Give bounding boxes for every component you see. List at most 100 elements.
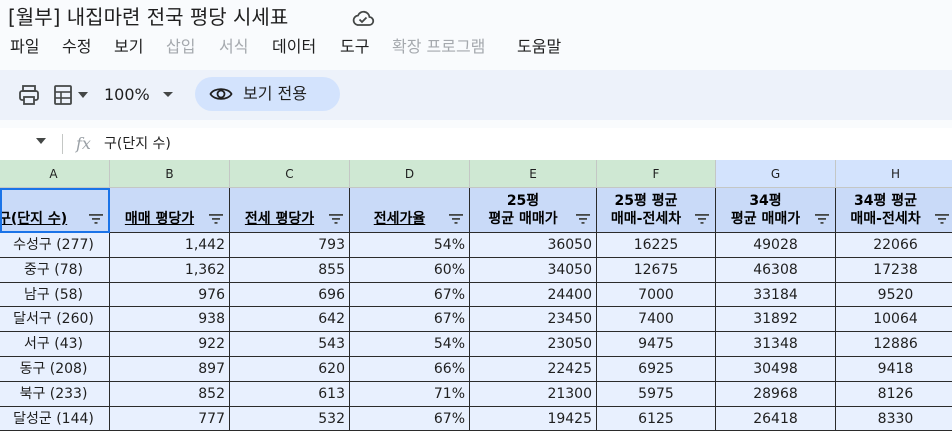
- cell-e7[interactable]: 22425: [470, 357, 597, 382]
- cell-b4[interactable]: 976: [110, 282, 230, 308]
- header-cell-g[interactable]: 34평 평균 매매가: [716, 188, 836, 233]
- name-box-dropdown-icon[interactable]: [36, 138, 46, 144]
- menu-extensions[interactable]: 확장 프로그램: [392, 36, 485, 58]
- column-header-a[interactable]: A: [0, 160, 110, 188]
- menu-format[interactable]: 서식: [219, 36, 248, 58]
- cell-c9[interactable]: 532: [230, 406, 350, 431]
- column-header-b[interactable]: B: [110, 160, 230, 188]
- cell-a2[interactable]: 수성구 (277): [0, 233, 110, 258]
- header-cell-d[interactable]: 전세가율: [350, 188, 470, 233]
- cell-c6[interactable]: 543: [230, 332, 350, 357]
- cell-a7[interactable]: 동구 (208): [0, 357, 110, 382]
- cell-g2[interactable]: 49028: [716, 233, 836, 258]
- cell-a6[interactable]: 서구 (43): [0, 332, 110, 357]
- cell-h8[interactable]: 8126: [836, 381, 952, 407]
- column-header-e[interactable]: E: [470, 160, 597, 188]
- cell-f7[interactable]: 6925: [597, 357, 716, 382]
- cell-d6[interactable]: 54%: [350, 332, 470, 357]
- formula-input[interactable]: 구(단지 수): [104, 133, 171, 155]
- header-cell-f[interactable]: 25평 평균 매매-전세차: [597, 188, 716, 233]
- cell-b3[interactable]: 1,362: [110, 257, 230, 283]
- cell-g9[interactable]: 26418: [716, 406, 836, 431]
- cell-h2[interactable]: 22066: [836, 233, 952, 258]
- cell-e3[interactable]: 34050: [470, 257, 597, 283]
- cell-g3[interactable]: 46308: [716, 257, 836, 283]
- paint-format-icon[interactable]: [52, 84, 74, 106]
- cell-c7[interactable]: 620: [230, 357, 350, 382]
- cell-c8[interactable]: 613: [230, 381, 350, 407]
- print-icon[interactable]: [18, 84, 40, 106]
- cell-d4[interactable]: 67%: [350, 282, 470, 308]
- cell-e6[interactable]: 23050: [470, 332, 597, 357]
- filter-icon[interactable]: [576, 214, 590, 224]
- cell-d5[interactable]: 67%: [350, 307, 470, 333]
- cell-e2[interactable]: 36050: [470, 233, 597, 258]
- filter-icon[interactable]: [449, 214, 463, 224]
- document-title[interactable]: [월부] 내집마련 전국 평당 시세표: [8, 4, 288, 30]
- cell-b5[interactable]: 938: [110, 307, 230, 333]
- cell-f9[interactable]: 6125: [597, 406, 716, 431]
- cell-d7[interactable]: 66%: [350, 357, 470, 382]
- cell-f8[interactable]: 5975: [597, 381, 716, 407]
- cell-c5[interactable]: 642: [230, 307, 350, 333]
- menu-insert[interactable]: 삽입: [166, 36, 195, 58]
- cell-g6[interactable]: 31348: [716, 332, 836, 357]
- cell-f3[interactable]: 12675: [597, 257, 716, 283]
- cell-a5[interactable]: 달서구 (260): [0, 307, 110, 333]
- cell-g8[interactable]: 28968: [716, 381, 836, 407]
- cell-g7[interactable]: 30498: [716, 357, 836, 382]
- cell-h5[interactable]: 10064: [836, 307, 952, 333]
- cell-b9[interactable]: 777: [110, 406, 230, 431]
- cell-c4[interactable]: 696: [230, 282, 350, 308]
- cloud-done-icon[interactable]: [351, 8, 375, 28]
- cell-f6[interactable]: 9475: [597, 332, 716, 357]
- cell-a4[interactable]: 남구 (58): [0, 282, 110, 308]
- menu-tools[interactable]: 도구: [340, 36, 369, 58]
- filter-icon[interactable]: [935, 214, 949, 224]
- menu-view[interactable]: 보기: [114, 36, 143, 58]
- cell-f2[interactable]: 16225: [597, 233, 716, 258]
- filter-icon[interactable]: [209, 214, 223, 224]
- menu-edit[interactable]: 수정: [62, 36, 91, 58]
- cell-f5[interactable]: 7400: [597, 307, 716, 333]
- chevron-down-icon[interactable]: [78, 92, 88, 98]
- column-header-d[interactable]: D: [350, 160, 470, 188]
- cell-e4[interactable]: 24400: [470, 282, 597, 308]
- menu-help[interactable]: 도움말: [517, 36, 561, 58]
- header-cell-c[interactable]: 전세 평당가: [230, 188, 350, 233]
- column-header-c[interactable]: C: [230, 160, 350, 188]
- cell-c2[interactable]: 793: [230, 233, 350, 258]
- cell-e5[interactable]: 23450: [470, 307, 597, 333]
- cell-a9[interactable]: 달성군 (144): [0, 406, 110, 431]
- cell-h4[interactable]: 9520: [836, 282, 952, 308]
- cell-h6[interactable]: 12886: [836, 332, 952, 357]
- cell-d8[interactable]: 71%: [350, 381, 470, 407]
- cell-g5[interactable]: 31892: [716, 307, 836, 333]
- cell-b6[interactable]: 922: [110, 332, 230, 357]
- menu-data[interactable]: 데이터: [272, 36, 316, 58]
- header-cell-b[interactable]: 매매 평당가: [110, 188, 230, 233]
- header-cell-e[interactable]: 25평 평균 매매가: [470, 188, 597, 233]
- header-cell-h[interactable]: 34평 평균 매매-전세차: [836, 188, 952, 233]
- zoom-caret-icon[interactable]: [161, 86, 175, 102]
- view-only-button[interactable]: 보기 전용: [195, 77, 340, 111]
- column-header-f[interactable]: F: [597, 160, 716, 188]
- filter-icon[interactable]: [815, 214, 829, 224]
- cell-b2[interactable]: 1,442: [110, 233, 230, 258]
- cell-b7[interactable]: 897: [110, 357, 230, 382]
- cell-d2[interactable]: 54%: [350, 233, 470, 258]
- cell-c3[interactable]: 855: [230, 257, 350, 283]
- menu-file[interactable]: 파일: [10, 36, 39, 58]
- cell-b8[interactable]: 852: [110, 381, 230, 407]
- cell-e9[interactable]: 19425: [470, 406, 597, 431]
- cell-f4[interactable]: 7000: [597, 282, 716, 308]
- cell-h7[interactable]: 9418: [836, 357, 952, 382]
- cell-d9[interactable]: 67%: [350, 406, 470, 431]
- cell-a3[interactable]: 중구 (78): [0, 257, 110, 283]
- zoom-level[interactable]: 100%: [104, 84, 150, 106]
- filter-icon[interactable]: [695, 214, 709, 224]
- cell-a8[interactable]: 북구 (233): [0, 381, 110, 407]
- cell-h3[interactable]: 17238: [836, 257, 952, 283]
- cell-g4[interactable]: 33184: [716, 282, 836, 308]
- cell-h9[interactable]: 8330: [836, 406, 952, 431]
